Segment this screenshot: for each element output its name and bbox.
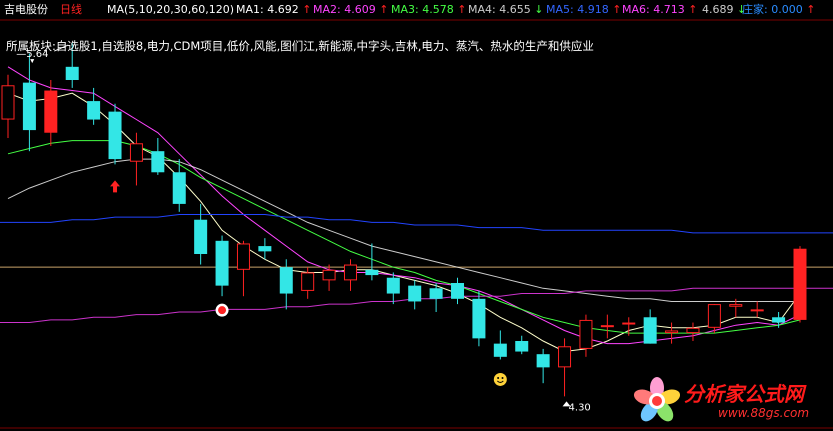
indicator-zhuangjia: 庄家: 0.000 ↑ [742, 0, 815, 20]
flower-logo-icon [633, 377, 681, 422]
indicator-value: 4.578 [422, 3, 454, 16]
ma-line-ma20 [7, 140, 801, 334]
candlestick-chart: —5.644.30 [0, 19, 833, 429]
period-label[interactable]: 日线 [60, 0, 82, 20]
indicator-label: MA2: [313, 3, 341, 16]
ma-line-ma60 [0, 214, 833, 234]
candle-body [429, 288, 443, 299]
indicator-label: MA1: [236, 3, 264, 16]
sector-blocks-text: 所属板块:自选股1,自选股8,电力,CDM项目,低价,风能,图们江,新能源,中字… [6, 39, 594, 53]
buy-signal-icon-core [218, 306, 227, 315]
indicator-value: 4.609 [344, 3, 376, 16]
candle-body [707, 304, 721, 328]
smiley-eye [501, 376, 504, 379]
ma-line-ma30 [7, 158, 800, 302]
indicator-value: 4.689 [702, 3, 734, 16]
candle-body [750, 309, 764, 312]
candle-body [558, 346, 572, 368]
candle-body [643, 317, 657, 344]
candle-body [665, 330, 679, 334]
candle-body [686, 327, 700, 334]
indicator-value: 0.000 [771, 3, 803, 16]
indicator-ma6: MA6: 4.713 ↑ [622, 0, 697, 20]
stock-name: 吉电股份 [4, 3, 48, 16]
candle-body [729, 304, 743, 307]
ma-line-ma5 [7, 92, 801, 353]
indicator-value: 4.655 [499, 3, 531, 16]
candle-body [215, 240, 229, 286]
smiley-icon [493, 372, 507, 386]
candle-body [87, 101, 101, 120]
ma-spec: MA(5,10,20,30,60,120) [107, 3, 235, 16]
candle-body [451, 283, 465, 299]
indicator-label: MA5: [546, 3, 574, 16]
candle-body [108, 111, 122, 160]
candle-body [258, 246, 272, 252]
candle-body [22, 82, 36, 131]
trend-arrow-icon: ↑ [457, 3, 467, 16]
trend-arrow-icon: ↑ [612, 3, 622, 16]
watermark-text: 分析家公式网 [684, 382, 804, 406]
candle-body [1, 85, 15, 120]
indicator-ma7: 4.689 ↓ [702, 0, 746, 20]
indicator-label: MA4: [468, 3, 496, 16]
indicator-header: 吉电股份 日线 MA(5,10,20,30,60,120) MA1: 4.692… [0, 0, 833, 20]
candle-body [194, 219, 208, 254]
candle-body [493, 343, 507, 357]
indicator-value: 4.692 [267, 3, 299, 16]
candle-body [365, 269, 379, 276]
smiley-eye [497, 376, 500, 379]
candle-body [536, 354, 550, 368]
trend-arrow-icon: ↑ [806, 3, 816, 16]
indicator-ma1: MA1: 4.692 ↑ [236, 0, 311, 20]
candle-body [44, 90, 58, 133]
candle-body [301, 272, 315, 291]
trend-arrow-icon: ↑ [688, 3, 698, 16]
candle-body [772, 317, 786, 323]
ma-line-ma10 [7, 66, 801, 345]
trend-arrow-icon: ↑ [302, 3, 312, 16]
candle-body [236, 243, 250, 270]
candle-body [793, 248, 807, 320]
candle-body [151, 151, 165, 173]
candle-body [408, 285, 422, 302]
candle-body [472, 298, 486, 339]
indicator-label: MA6: [622, 3, 650, 16]
up-arrow-icon [110, 180, 121, 193]
trend-arrow-icon: ↑ [379, 3, 389, 16]
watermark: 分析家公式网 www.88gs.com [632, 376, 828, 428]
indicator-value: 4.918 [577, 3, 609, 16]
candle-body [600, 325, 614, 328]
indicator-ma2: MA2: 4.609 ↑ [313, 0, 388, 20]
indicator-label: MA3: [391, 3, 419, 16]
indicator-value: 4.713 [653, 3, 685, 16]
indicator-ma5: MA5: 4.918 ↑ [546, 0, 621, 20]
candle-body [279, 267, 293, 294]
candle-body [515, 341, 529, 352]
candle-body [129, 143, 143, 162]
candle-body [322, 269, 336, 281]
indicator-ma4: MA4: 4.655 ↓ [468, 0, 543, 20]
indicator-ma3: MA3: 4.578 ↑ [391, 0, 466, 20]
candle-body [622, 322, 636, 325]
candle-body [579, 319, 593, 349]
down-arrow-icon [30, 59, 35, 64]
watermark-url: www.88gs.com [718, 406, 810, 420]
indicator-label: 庄家: [742, 3, 768, 16]
candle-body [65, 66, 79, 80]
low-annotation: 4.30 [569, 402, 591, 413]
trend-arrow-icon: ↓ [534, 3, 544, 16]
candle-body [172, 172, 186, 204]
candle-body [386, 277, 400, 294]
candle-body [343, 264, 357, 281]
